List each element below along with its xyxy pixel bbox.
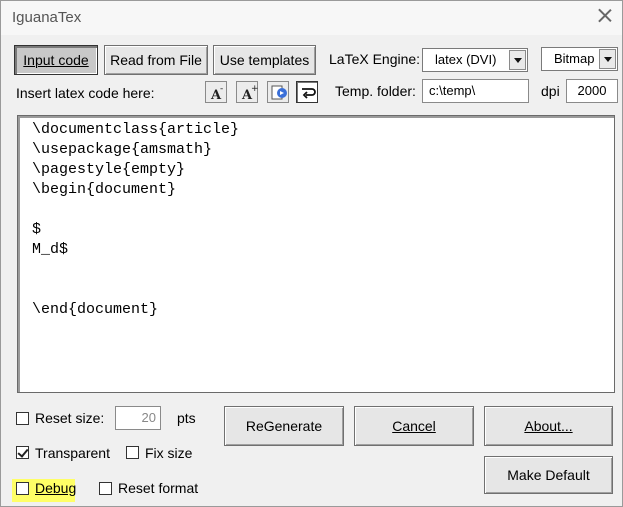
close-icon[interactable] bbox=[597, 7, 613, 23]
latex-code-text: \documentclass{article} \usepackage{amsm… bbox=[32, 121, 240, 318]
transparent-checkbox[interactable] bbox=[16, 446, 29, 459]
pts-label: pts bbox=[177, 410, 196, 426]
latex-engine-label: LaTeX Engine: bbox=[329, 51, 421, 67]
insert-template-button[interactable] bbox=[267, 81, 289, 103]
insert-code-label: Insert latex code here: bbox=[16, 85, 155, 101]
regenerate-label: ReGenerate bbox=[245, 418, 323, 434]
reset-format-label: Reset format bbox=[118, 480, 199, 496]
chevron-down-icon[interactable] bbox=[509, 50, 526, 70]
chevron-down-icon[interactable] bbox=[599, 49, 616, 69]
debug-label: Debug bbox=[35, 480, 77, 496]
latex-engine-select[interactable]: latex (DVI) bbox=[422, 48, 528, 72]
use-templates-label: Use templates bbox=[219, 52, 310, 68]
reset-size-label: Reset size: bbox=[35, 410, 105, 426]
iguanatex-dialog: IguanaTex Input code Read from File Use … bbox=[0, 0, 623, 507]
read-from-file-label: Read from File bbox=[110, 52, 202, 68]
reset-format-checkbox[interactable] bbox=[99, 482, 112, 495]
font-increase-button[interactable]: A + bbox=[236, 81, 259, 103]
cancel-button[interactable]: Cancel bbox=[354, 406, 474, 446]
regenerate-button[interactable]: ReGenerate bbox=[224, 406, 344, 446]
font-increase-icon: A + bbox=[241, 84, 259, 103]
cancel-label: Cancel bbox=[392, 418, 436, 434]
reset-size-checkbox[interactable] bbox=[16, 412, 29, 425]
about-button[interactable]: About... bbox=[484, 406, 613, 446]
svg-text:-: - bbox=[220, 84, 223, 94]
output-format-select[interactable]: Bitmap bbox=[541, 47, 618, 71]
debug-checkbox[interactable] bbox=[16, 482, 29, 495]
word-wrap-button[interactable] bbox=[296, 81, 318, 103]
word-wrap-icon bbox=[302, 88, 316, 99]
input-code-button[interactable]: Input code bbox=[14, 45, 98, 75]
dpi-label: dpi bbox=[541, 83, 560, 99]
make-default-button[interactable]: Make Default bbox=[484, 456, 613, 494]
input-code-label: Input code bbox=[23, 52, 89, 68]
insert-template-icon bbox=[271, 85, 287, 100]
about-label: About... bbox=[524, 418, 573, 434]
latex-code-editor[interactable]: \documentclass{article} \usepackage{amsm… bbox=[17, 115, 615, 393]
font-decrease-button[interactable]: A - bbox=[205, 81, 227, 103]
font-decrease-icon: A - bbox=[210, 84, 223, 103]
dpi-input[interactable]: 2000 bbox=[566, 79, 618, 103]
read-from-file-button[interactable]: Read from File bbox=[104, 45, 208, 75]
transparent-label: Transparent bbox=[35, 445, 110, 461]
fix-size-label: Fix size bbox=[145, 445, 193, 461]
make-default-label: Make Default bbox=[507, 467, 590, 483]
window-title: IguanaTex bbox=[12, 9, 82, 26]
latex-engine-value: latex (DVI) bbox=[435, 52, 497, 67]
reset-size-input[interactable]: 20 bbox=[115, 406, 161, 430]
fix-size-checkbox[interactable] bbox=[126, 446, 139, 459]
output-format-value: Bitmap bbox=[554, 51, 595, 66]
svg-text:+: + bbox=[251, 84, 259, 94]
temp-folder-input[interactable]: c:\temp\ bbox=[422, 79, 529, 103]
temp-folder-label: Temp. folder: bbox=[335, 83, 416, 99]
use-templates-button[interactable]: Use templates bbox=[213, 45, 316, 75]
title-bar: IguanaTex bbox=[1, 1, 622, 35]
